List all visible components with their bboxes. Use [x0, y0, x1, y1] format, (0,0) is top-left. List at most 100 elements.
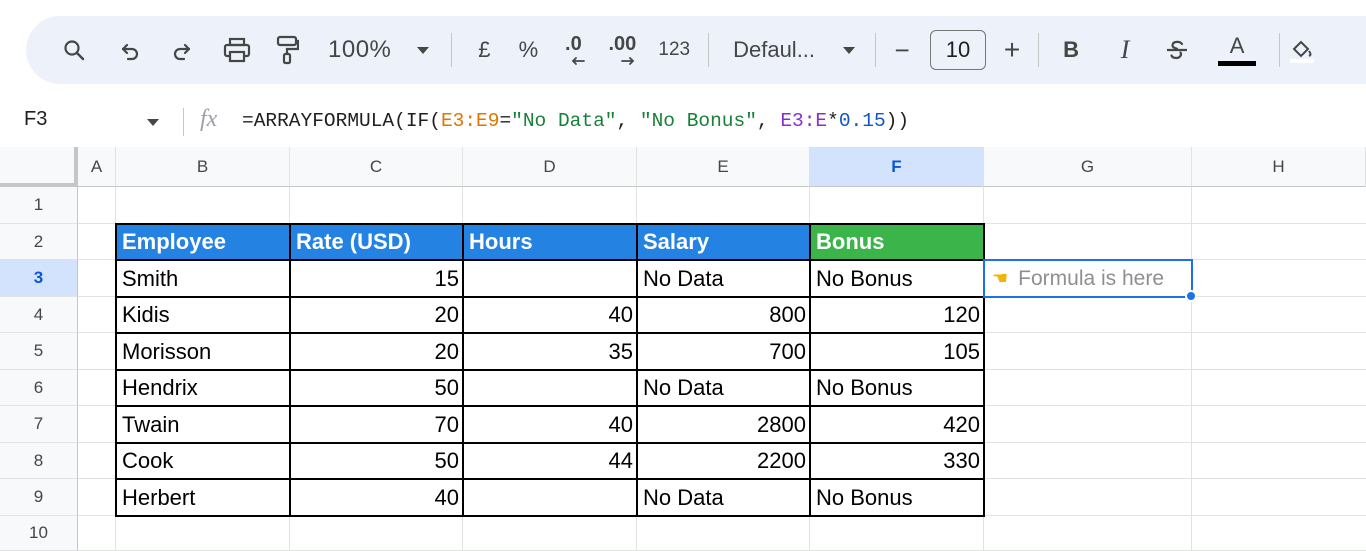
column-header-a[interactable]: A — [78, 147, 116, 187]
table-cell[interactable]: Morisson — [116, 333, 290, 370]
row-header-5[interactable]: 5 — [0, 333, 78, 370]
more-formats-button[interactable]: 123 — [658, 30, 690, 70]
column-header-g[interactable]: G — [984, 147, 1192, 187]
chevron-down-icon[interactable] — [415, 30, 431, 70]
table-cell[interactable]: 2200 — [637, 443, 810, 479]
column-header-d[interactable]: D — [463, 147, 637, 187]
table-cell[interactable]: 50 — [290, 370, 463, 406]
name-box[interactable]: F3 — [24, 108, 47, 131]
table-cell[interactable]: Kidis — [116, 297, 290, 333]
table-header-cell[interactable]: Bonus — [810, 224, 984, 260]
table-cell[interactable]: Twain — [116, 406, 290, 443]
table-cell[interactable]: No Data — [637, 260, 810, 297]
paint-format-icon[interactable] — [272, 30, 302, 70]
table-border — [115, 369, 985, 371]
column-header-h[interactable]: H — [1192, 147, 1366, 187]
column-header-e[interactable]: E — [637, 147, 810, 187]
row-header-6[interactable]: 6 — [0, 370, 78, 406]
text-color-button[interactable]: A — [1217, 30, 1257, 70]
search-icon[interactable] — [58, 30, 90, 70]
table-cell[interactable]: 40 — [463, 406, 637, 443]
column-header-b[interactable]: B — [116, 147, 290, 187]
table-cell[interactable]: No Bonus — [810, 479, 984, 516]
table-cell[interactable]: 2800 — [637, 406, 810, 443]
increase-font-size-button[interactable]: + — [1002, 30, 1022, 70]
decrease-font-size-button[interactable]: − — [892, 30, 912, 70]
table-cell[interactable]: Cook — [116, 443, 290, 479]
table-cell[interactable]: Herbert — [116, 479, 290, 516]
percent-label: % — [518, 37, 539, 62]
redo-icon[interactable] — [166, 30, 198, 70]
table-cell[interactable]: 35 — [463, 333, 637, 370]
fill-color-button[interactable] — [1290, 30, 1315, 70]
table-cell[interactable]: 105 — [810, 333, 984, 370]
table-cell[interactable] — [463, 479, 637, 516]
table-header-cell[interactable]: Hours — [463, 224, 637, 260]
table-header-cell[interactable]: Salary — [637, 224, 810, 260]
decrease-decimal-button[interactable]: .0 — [558, 30, 588, 70]
increase-decimal-button[interactable]: .00 — [604, 30, 640, 70]
column-header-c[interactable]: C — [290, 147, 463, 187]
bold-icon: B — [1063, 37, 1079, 62]
arrow-left-icon — [572, 57, 586, 65]
table-cell[interactable] — [463, 370, 637, 406]
zoom-select[interactable]: 100% — [328, 30, 391, 70]
table-cell[interactable]: 40 — [463, 297, 637, 333]
currency-format-button[interactable]: £ — [474, 30, 494, 70]
table-border — [115, 332, 985, 334]
table-cell[interactable]: 50 — [290, 443, 463, 479]
row-header-3[interactable]: 3 — [0, 260, 78, 297]
table-border — [115, 259, 985, 261]
bold-button[interactable]: B — [1061, 30, 1081, 70]
table-cell[interactable]: 44 — [463, 443, 637, 479]
row-header-10[interactable]: 10 — [0, 516, 78, 551]
row-header-8[interactable]: 8 — [0, 443, 78, 479]
table-cell[interactable] — [463, 260, 637, 297]
table-cell[interactable]: 330 — [810, 443, 984, 479]
table-cell[interactable]: 20 — [290, 297, 463, 333]
font-size-input[interactable]: 10 — [930, 30, 987, 70]
row-header-1[interactable]: 1 — [0, 187, 78, 224]
formula-string: "No Data" — [511, 110, 617, 132]
table-cell[interactable]: 800 — [637, 297, 810, 333]
fill-handle[interactable] — [1185, 290, 1197, 302]
table-cell[interactable]: Smith — [116, 260, 290, 297]
formula-range: E3:E9 — [440, 110, 500, 132]
table-cell[interactable]: 120 — [810, 297, 984, 333]
table-cell[interactable]: Hendrix — [116, 370, 290, 406]
row-header-2[interactable]: 2 — [0, 224, 78, 260]
select-all-corner[interactable] — [0, 147, 78, 187]
formula-bar: F3 fx =ARRAYFORMULA(IF(E3:E9="No Data", … — [0, 100, 1366, 144]
spreadsheet-grid[interactable]: A B C D E F G H 1 2 3 4 5 6 7 8 9 10 Employee Rate (USD) Hou… — [0, 147, 1366, 551]
row-header-9[interactable]: 9 — [0, 479, 78, 516]
table-cell[interactable]: 420 — [810, 406, 984, 443]
table-cell[interactable]: 15 — [290, 260, 463, 297]
table-cell[interactable]: No Data — [637, 479, 810, 516]
row-header-4[interactable]: 4 — [0, 297, 78, 333]
table-header-cell[interactable]: Employee — [116, 224, 290, 260]
formula-input[interactable]: =ARRAYFORMULA(IF(E3:E9="No Data", "No Bo… — [242, 110, 909, 132]
table-cell[interactable]: 700 — [637, 333, 810, 370]
table-cell[interactable]: 70 — [290, 406, 463, 443]
table-cell[interactable]: 40 — [290, 479, 463, 516]
table-header-cell[interactable]: Rate (USD) — [290, 224, 463, 260]
print-icon[interactable] — [220, 30, 254, 70]
percent-format-button[interactable]: % — [516, 30, 540, 70]
row-header-7[interactable]: 7 — [0, 406, 78, 443]
column-header-f[interactable]: F — [810, 147, 984, 187]
toolbar-divider — [1038, 33, 1040, 67]
italic-button[interactable]: I — [1115, 30, 1135, 70]
table-cell[interactable]: No Bonus — [810, 370, 984, 406]
table-cell[interactable]: No Bonus — [810, 260, 984, 297]
toolbar-divider — [1279, 33, 1281, 67]
font-family-select[interactable]: Defaul... — [733, 30, 815, 70]
text-color-icon: A — [1229, 33, 1245, 58]
undo-icon[interactable] — [114, 30, 146, 70]
table-cell[interactable]: 20 — [290, 333, 463, 370]
table-cell[interactable]: No Data — [637, 370, 810, 406]
chevron-down-icon[interactable] — [841, 30, 857, 70]
note-text: Formula is here — [1018, 266, 1165, 290]
minus-icon: − — [894, 34, 910, 65]
chevron-down-icon[interactable] — [147, 119, 159, 126]
strikethrough-button[interactable] — [1163, 30, 1191, 70]
